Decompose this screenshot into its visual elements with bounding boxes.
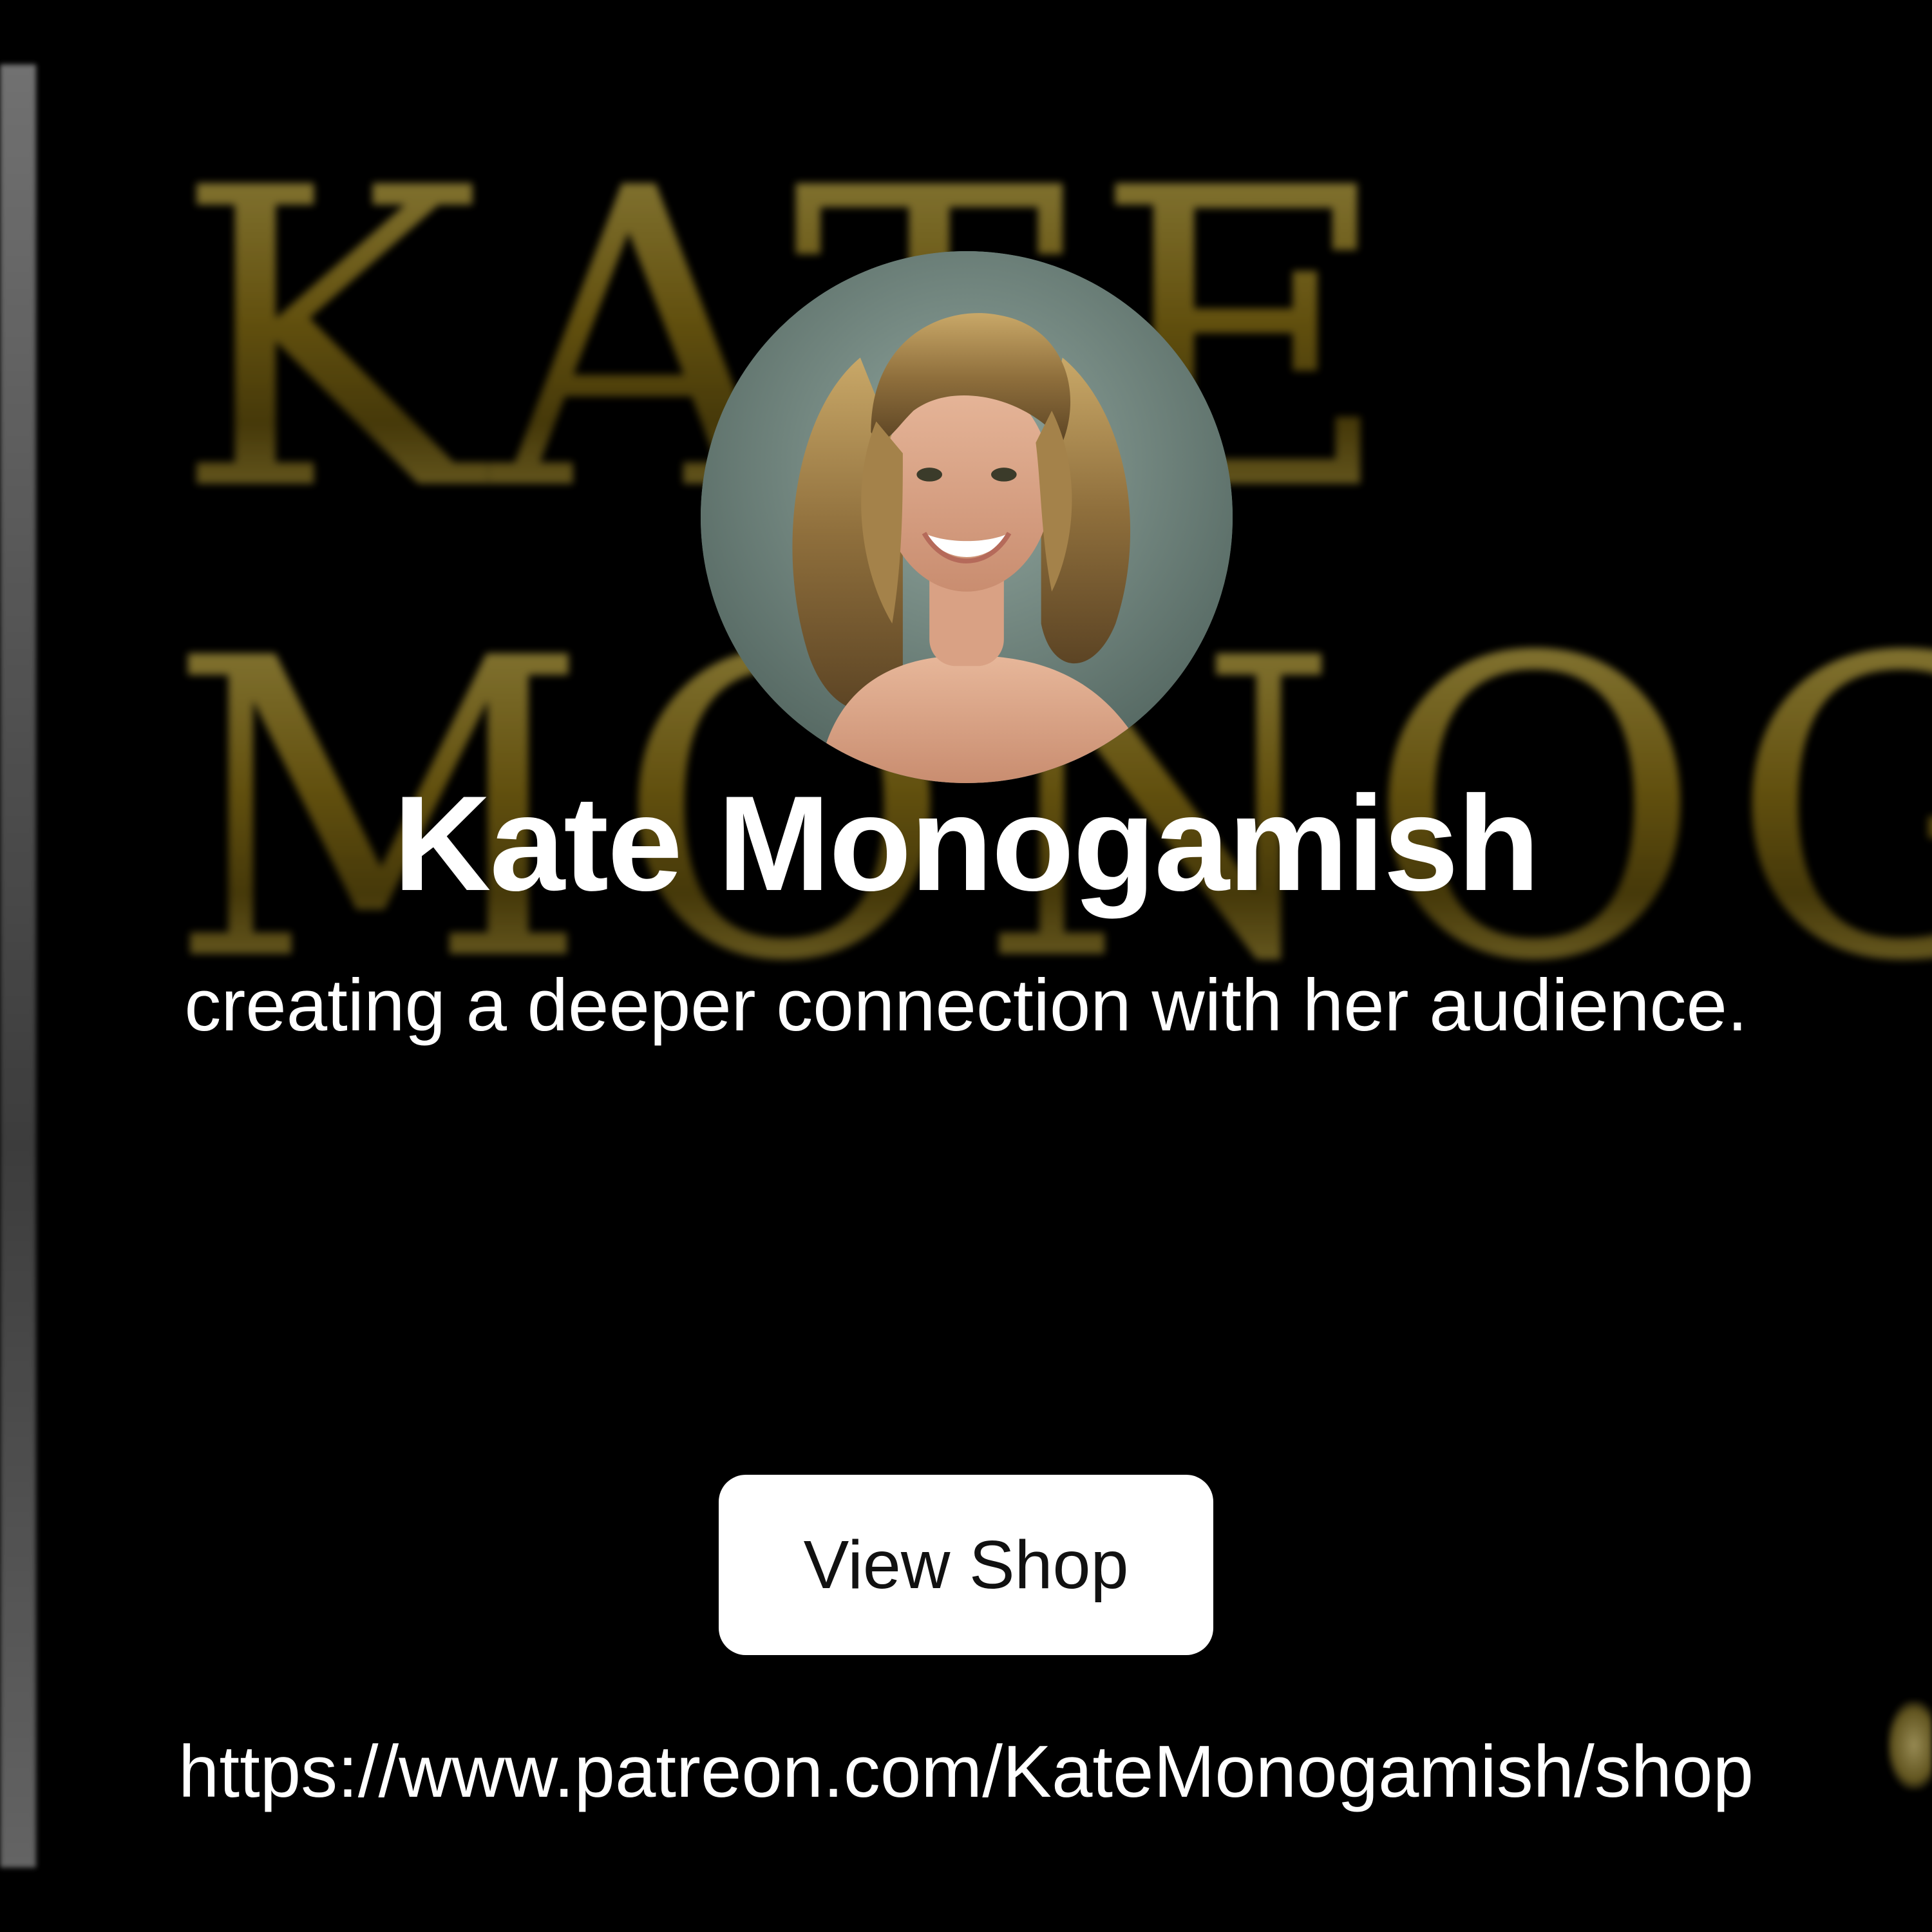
profile-tagline: creating a deeper connection with her au… [184,965,1748,1046]
view-shop-button[interactable]: View Shop [719,1475,1213,1655]
shop-promo-card: KATE MONOG [0,0,1932,1932]
shop-url-link[interactable]: https://www.patreon.com/KateMonogamish/s… [0,1736,1932,1809]
view-shop-button-label: View Shop [803,1527,1129,1603]
profile-name: Kate Monogamish [393,768,1540,919]
avatar [701,251,1233,783]
avatar-portrait-image [701,251,1233,783]
